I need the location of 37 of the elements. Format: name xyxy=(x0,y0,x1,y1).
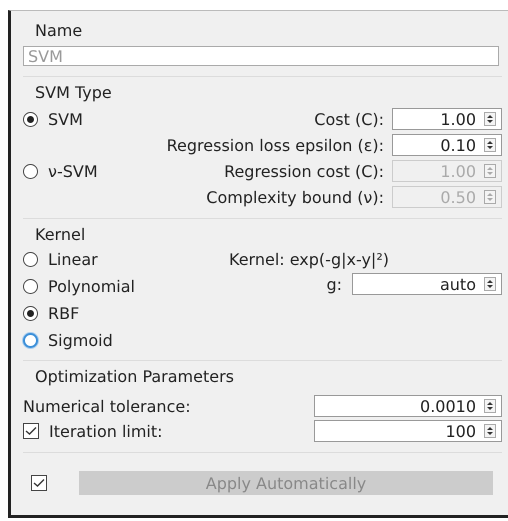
spin-box[interactable]: 0.10 xyxy=(392,134,502,156)
checkbox-option[interactable]: Iteration limit: xyxy=(23,422,163,440)
spin-arrows-icon[interactable] xyxy=(484,424,496,438)
field-label: Complexity bound (ν): xyxy=(205,188,384,206)
checkbox[interactable] xyxy=(31,475,47,491)
spin-box[interactable]: 1.00 xyxy=(392,108,502,130)
name-field[interactable]: SVM xyxy=(23,46,499,66)
radio-option[interactable]: SVM xyxy=(23,110,83,128)
field-label: Regression cost (C): xyxy=(223,162,384,180)
radio-option[interactable]: RBF xyxy=(23,304,203,323)
checkbox[interactable] xyxy=(23,423,39,439)
group-title: Name xyxy=(34,21,84,40)
spin-arrows-icon[interactable] xyxy=(484,399,496,413)
spin-box[interactable]: 0.0010 xyxy=(314,395,502,417)
radio-circle[interactable] xyxy=(23,306,38,321)
group-title: SVM Type xyxy=(34,83,113,102)
spin-arrows-icon[interactable] xyxy=(484,277,496,291)
group-title: Optimization Parameters xyxy=(34,367,236,386)
radio-circle[interactable] xyxy=(23,112,38,126)
radio-option[interactable]: Linear xyxy=(23,250,203,269)
spin-arrows-icon[interactable] xyxy=(484,138,496,152)
radio-circle[interactable] xyxy=(23,164,38,178)
radio-circle[interactable] xyxy=(23,252,38,267)
radio-circle[interactable] xyxy=(23,279,38,294)
spin-box[interactable]: 100 xyxy=(314,420,502,442)
field-label: Cost (C): xyxy=(313,110,384,128)
kernel-formula: Kernel: exp(-g|x-y|²) xyxy=(228,250,390,269)
spin-arrows-icon[interactable] xyxy=(484,112,496,126)
field-label: g: xyxy=(326,274,342,294)
spin-box[interactable]: auto xyxy=(352,273,502,295)
radio-option[interactable]: Sigmoid xyxy=(23,331,203,350)
radio-circle[interactable] xyxy=(23,333,38,348)
radio-option[interactable]: Polynomial xyxy=(23,277,203,296)
field-label: Regression loss epsilon (ε): xyxy=(166,136,384,154)
field-label: Numerical tolerance: xyxy=(23,396,191,416)
group-title: Kernel xyxy=(34,225,86,244)
radio-option[interactable]: ν-SVM xyxy=(23,162,98,180)
